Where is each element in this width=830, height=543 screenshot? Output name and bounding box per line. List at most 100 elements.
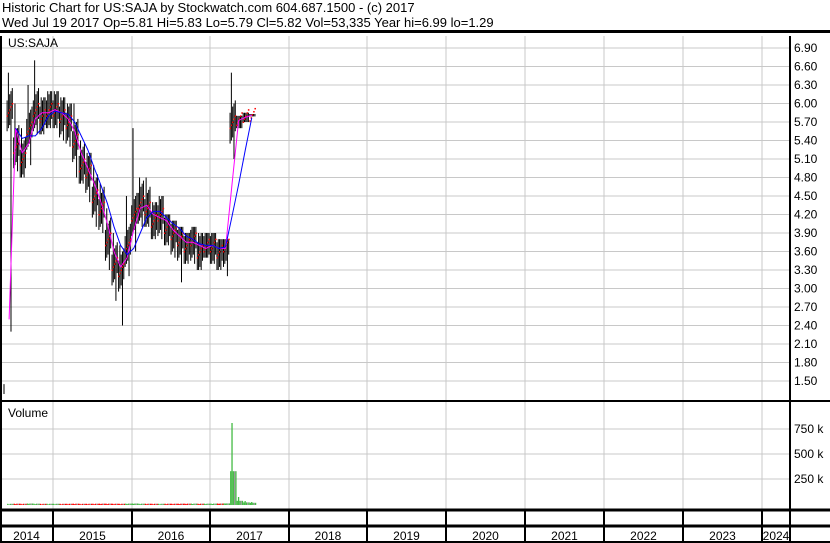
close-marker [73,143,75,145]
close-marker [19,164,22,167]
year-label: 2024 [763,529,790,543]
close-marker [127,244,129,247]
volume-bar [45,503,47,505]
year-label: 2022 [630,529,657,543]
close-marker [183,251,186,253]
year-label: 2016 [158,529,185,543]
volume-bar [66,503,68,505]
volume-bar [160,503,162,505]
volume-bar [140,503,143,505]
volume-bar [133,503,135,505]
volume-bar [77,503,80,505]
close-marker [148,204,150,207]
volume-bar [100,504,102,505]
close-marker [38,103,40,105]
close-marker [17,143,19,145]
volume-bar [63,503,65,505]
volume-bar [248,502,250,505]
volume-bar [254,502,257,505]
price-tick-label: 6.60 [794,60,818,74]
volume-bar [73,504,76,505]
volume-bar [219,503,221,505]
volume-label: Volume [8,406,48,420]
volume-bar [188,503,190,505]
close-marker [209,251,212,253]
volume-bar [105,503,107,505]
close-marker [82,161,85,164]
volume-bar [119,504,122,505]
volume-bar [24,503,26,505]
volume-bar [21,504,23,505]
volume-bar [237,497,240,505]
volume-bar [29,503,31,505]
close-marker [41,115,44,117]
close-marker [45,115,48,117]
close-marker [137,207,140,210]
volume-bar [151,503,153,505]
price-volume-chart: 6.90 6.60 6.30 6.00 5.70 5.40 5.10 4.80 4.50 4.20… [0,36,830,543]
volume-bar [12,503,14,505]
price-tick-label: 3.60 [794,245,818,259]
close-marker [57,103,60,105]
price-tick-label: 5.70 [794,115,818,129]
close-marker [22,158,24,160]
close-marker [110,232,112,234]
volume-bar [53,503,55,505]
close-marker [146,207,149,210]
close-marker [144,214,146,216]
close-marker [59,121,61,123]
close-marker [119,272,121,275]
volume-bar [112,503,114,505]
close-marker [9,109,11,111]
price-tick-label: 6.00 [794,97,818,111]
price-tick-label: 1.50 [794,374,818,388]
close-marker [156,214,158,216]
volume-bar [59,503,61,505]
volume-bar [17,503,19,505]
volume-bar [64,503,67,505]
close-marker [179,238,182,241]
volume-bar [8,504,10,505]
close-marker [104,244,107,247]
year-label: 2019 [393,529,420,543]
close-marker [89,167,91,170]
volume-bar [184,503,186,505]
volume-bar [31,503,34,505]
close-marker [120,269,123,271]
volume-bar [136,503,139,505]
close-marker [10,106,12,108]
volume-bar [55,503,57,505]
volume-bar [10,503,13,505]
volume-tick-label: 250 k [794,472,824,486]
volume-bar [202,503,204,505]
price-tick-label: 6.30 [794,78,818,92]
volume-bar [20,503,22,505]
volume-bar [150,503,152,505]
volume-bar [67,504,69,505]
volume-bar [83,503,85,505]
volume-bar [148,503,151,505]
volume-bar [197,503,199,505]
volume-bar [108,503,110,505]
close-marker [149,201,152,204]
volume-bar [215,503,217,505]
price-tick-label: 3.00 [794,282,818,296]
volume-bar [222,503,224,505]
volume-bar [98,503,101,505]
close-marker [99,210,102,213]
volume-bar [213,503,215,505]
volume-bar [180,503,182,505]
close-marker [78,170,81,173]
close-marker [184,247,187,250]
close-marker [21,161,23,164]
volume-bar [117,503,119,505]
close-marker [165,229,167,231]
close-marker [131,220,133,222]
close-marker [254,107,256,110]
close-marker [61,115,64,117]
close-marker [215,238,217,241]
volume-bar [243,502,245,505]
volume-bar [152,504,154,505]
volume-bar [54,504,56,505]
volume-bar [174,503,177,505]
